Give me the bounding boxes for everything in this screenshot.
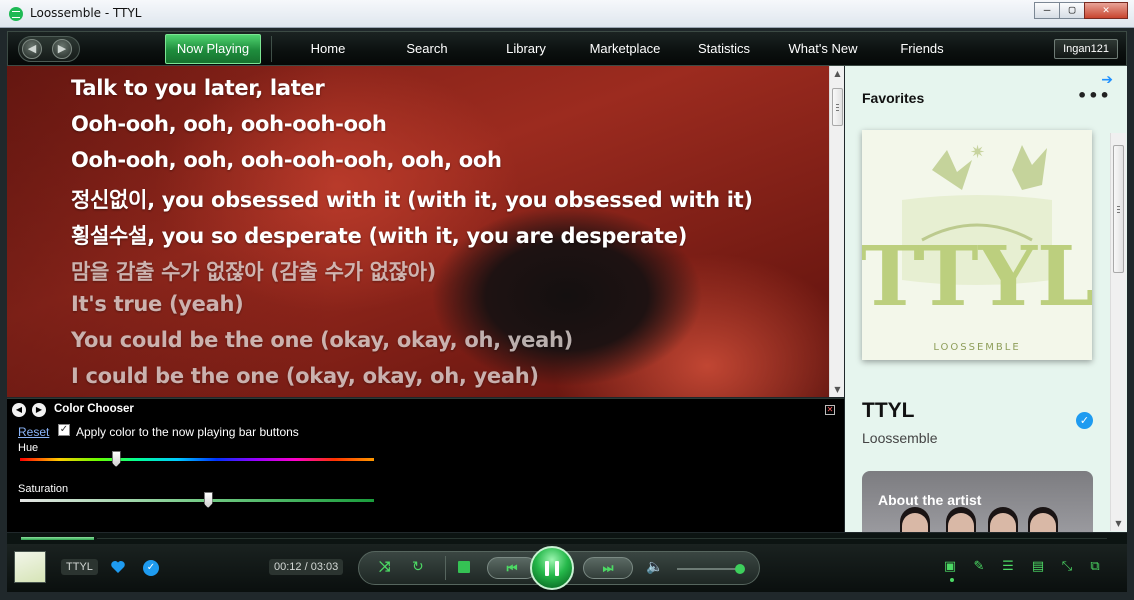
favorites-scroll-thumb[interactable] (1113, 145, 1124, 273)
next-icon[interactable]: ⏭ (583, 557, 633, 579)
window-titlebar: Loossemble - TTYL — ▢ ✕ (0, 0, 1134, 28)
favorites-panel: ➔ Favorites ••• ✷ TTYL LOOSSEMBLE TTYL L… (845, 66, 1127, 532)
lyric-line[interactable]: Ooh-ooh, ooh, ooh-ooh-ooh (71, 112, 387, 136)
window-title: Loossemble - TTYL (30, 6, 142, 20)
more-options-icon[interactable]: ••• (1077, 86, 1111, 105)
album-thumbnail[interactable] (14, 551, 46, 583)
window-controls: — ▢ ✕ (1034, 2, 1128, 19)
scroll-down-icon[interactable]: ▼ (830, 382, 845, 397)
lyric-line[interactable]: You could be the one (okay, okay, oh, ye… (71, 328, 573, 352)
lyrics-icon[interactable]: ▤ (1029, 558, 1047, 576)
user-profile-button[interactable]: Ingan121 (1054, 39, 1118, 59)
check-circle-icon[interactable]: ✓ (143, 560, 159, 576)
repeat-icon[interactable]: ↻ (412, 559, 424, 575)
tab-whats-new[interactable]: What's New (774, 34, 872, 64)
volume-icon[interactable]: 🔈 (646, 559, 663, 575)
lyric-line[interactable]: Talk to you later, later (71, 76, 325, 100)
tab-statistics[interactable]: Statistics (675, 34, 773, 64)
playback-progress-fill (21, 537, 94, 540)
track-name-small[interactable]: TTYL (61, 559, 98, 575)
hue-slider-thumb[interactable] (111, 451, 121, 467)
hue-slider-track[interactable] (20, 458, 374, 461)
apply-color-label: Apply color to the now playing bar butto… (76, 425, 299, 439)
svg-text:LOOSSEMBLE: LOOSSEMBLE (933, 342, 1020, 353)
color-chooser-title: Color Chooser (54, 403, 134, 415)
now-playing-view-icon[interactable]: ▣ (941, 558, 959, 576)
lyric-line[interactable]: 맘을 감출 수가 없잖아 (감출 수가 없잖아) (71, 256, 436, 286)
apply-color-checkbox[interactable]: ✓ (58, 424, 70, 436)
forward-button[interactable]: ▶ (52, 39, 72, 59)
tab-home[interactable]: Home (279, 34, 377, 64)
svg-text:TTYL: TTYL (862, 229, 1092, 325)
queue-icon[interactable]: ☰ (999, 558, 1017, 576)
chooser-close-icon[interactable]: ✕ (825, 405, 835, 415)
active-indicator (950, 578, 954, 582)
lyrics-scrollbar[interactable]: ▲ ▼ (829, 66, 844, 397)
color-chooser-panel: ◀ ▶ Color Chooser ✕ Reset ✓ Apply color … (7, 398, 844, 532)
hue-label: Hue (18, 442, 39, 454)
scroll-down-icon[interactable]: ▼ (1111, 516, 1126, 531)
heart-icon[interactable] (110, 559, 126, 575)
lyric-line[interactable]: I could be the one (okay, okay, oh, yeah… (71, 364, 539, 388)
stop-icon[interactable] (458, 561, 470, 573)
spotify-icon (9, 7, 23, 21)
control-separator (445, 556, 446, 580)
check-circle-icon[interactable]: ✓ (1076, 412, 1093, 429)
chooser-next-icon[interactable]: ▶ (32, 403, 46, 417)
artist-name[interactable]: Loossemble (862, 430, 938, 446)
pin-icon[interactable]: ✎ (970, 558, 988, 576)
about-artist-card[interactable]: About the artist (862, 471, 1093, 532)
nav-separator (271, 36, 272, 62)
lyric-line[interactable]: Ooh-ooh, ooh, ooh-ooh-ooh, ooh, ooh (71, 148, 502, 172)
svg-text:✷: ✷ (970, 142, 985, 163)
tab-marketplace[interactable]: Marketplace (576, 34, 674, 64)
saturation-slider-thumb[interactable] (203, 492, 213, 508)
lyrics-scroll-thumb[interactable] (832, 88, 843, 126)
favorites-title: Favorites (862, 90, 925, 106)
track-title[interactable]: TTYL (862, 399, 915, 423)
minimize-mode-icon[interactable]: ⤡ (1058, 558, 1076, 576)
pause-button[interactable] (530, 546, 574, 590)
saturation-label: Saturation (18, 483, 69, 495)
minimize-button[interactable]: — (1034, 2, 1060, 19)
tab-friends[interactable]: Friends (873, 34, 971, 64)
pause-icon (545, 561, 549, 576)
shuffle-icon[interactable]: ⤨ (379, 559, 390, 575)
lyric-line[interactable]: 횡설수설, you so desperate (with it, you are… (71, 220, 687, 250)
top-navigation-bar: ◀ ▶ Now Playing Home Search Library Mark… (7, 31, 1127, 66)
time-display: 00:12 / 03:03 (269, 559, 344, 575)
playback-progress-bar[interactable] (7, 533, 1127, 544)
back-button[interactable]: ◀ (22, 39, 42, 59)
album-cover[interactable]: ✷ TTYL LOOSSEMBLE (862, 130, 1092, 360)
reset-link[interactable]: Reset (18, 425, 49, 439)
lyrics-panel: Talk to you later, later Ooh-ooh, ooh, o… (7, 66, 829, 397)
saturation-slider-track[interactable] (20, 499, 374, 502)
chooser-prev-icon[interactable]: ◀ (12, 403, 26, 417)
tab-search[interactable]: Search (378, 34, 476, 64)
lyric-line[interactable]: 정신없이, you obsessed with it (with it, you… (71, 184, 753, 214)
album-cover-art: ✷ TTYL LOOSSEMBLE (862, 130, 1092, 360)
favorites-scrollbar[interactable]: ▼ (1110, 133, 1126, 531)
close-button[interactable]: ✕ (1084, 2, 1128, 19)
about-artist-title: About the artist (878, 492, 982, 508)
lyric-line[interactable]: It's true (yeah) (71, 292, 244, 316)
volume-knob[interactable] (735, 564, 745, 574)
volume-slider[interactable] (677, 564, 745, 574)
history-arrows: ◀ ▶ (18, 36, 80, 62)
scroll-up-icon[interactable]: ▲ (830, 66, 845, 81)
external-window-icon[interactable]: ⧉ (1086, 558, 1104, 576)
tab-now-playing[interactable]: Now Playing (165, 34, 261, 64)
maximize-button[interactable]: ▢ (1059, 2, 1085, 19)
tab-library[interactable]: Library (477, 34, 575, 64)
